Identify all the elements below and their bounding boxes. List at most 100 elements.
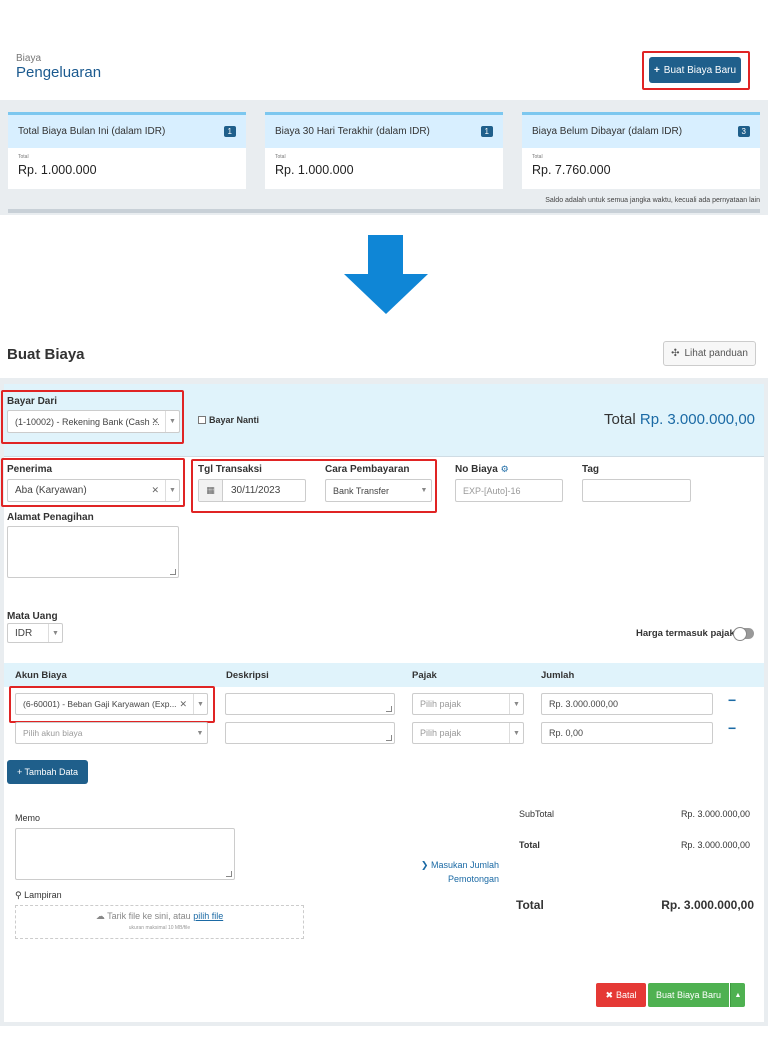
col-akun-biaya: Akun Biaya: [15, 670, 67, 681]
subtotal-value: Rp. 3.000.000,00: [680, 809, 750, 819]
guide-button[interactable]: ✣ Lihat panduan: [663, 341, 756, 366]
add-row-button[interactable]: + Tambah Data: [7, 760, 88, 784]
mata-uang-select[interactable]: IDR ▼: [7, 623, 63, 643]
tgl-transaksi-value: 30/11/2023: [231, 485, 281, 496]
summary-card-30days: Biaya 30 Hari Terakhir (dalam IDR) 1 Tota…: [265, 112, 503, 189]
bayar-nanti-label: Bayar Nanti: [209, 415, 260, 425]
new-expense-button[interactable]: + Buat Biaya Baru: [649, 57, 741, 83]
card-title: Total Biaya Bulan Ini (dalam IDR): [18, 126, 166, 137]
chevron-down-icon[interactable]: ▼: [193, 723, 207, 743]
akun-biaya-value: (6-60001) - Beban Gaji Karyawan (Exp...: [23, 699, 177, 709]
grand-total-label: Total: [516, 898, 544, 912]
harga-pajak-toggle[interactable]: [733, 627, 754, 641]
jumlah-input[interactable]: Rp. 3.000.000,00: [541, 693, 713, 715]
potongan-link-1: Masukan Jumlah: [430, 860, 499, 870]
grand-total-value: Rp. 3.000.000,00: [661, 898, 754, 912]
bayar-dari-label: Bayar Dari: [7, 396, 58, 407]
chevron-down-icon[interactable]: ▼: [193, 694, 207, 714]
chevron-down-icon[interactable]: ▼: [417, 480, 431, 501]
divider: [4, 456, 764, 457]
close-icon: ✖: [605, 989, 614, 1000]
summary-card-month: Total Biaya Bulan Ini (dalam IDR) 1 Total…: [8, 112, 246, 189]
harga-pajak-label: Harga termasuk pajak: [636, 628, 735, 639]
lampiran-label: ⚲ Lampiran: [15, 890, 62, 901]
no-biaya-input[interactable]: EXP-[Auto]-16: [455, 479, 563, 502]
tag-input[interactable]: [582, 479, 691, 502]
subtotal-label: SubTotal: [519, 809, 555, 819]
penerima-value: Aba (Karyawan): [15, 485, 87, 496]
tgl-transaksi-input[interactable]: ▦ 30/11/2023: [198, 479, 306, 502]
card-value: Rp. 7.760.000: [532, 163, 611, 177]
pajak-placeholder: Pilih pajak: [420, 699, 462, 709]
count-badge: 3: [737, 126, 750, 137]
expense-header: [0, 0, 768, 100]
col-pajak: Pajak: [412, 670, 437, 681]
bayar-dari-value: (1-10002) - Rekening Bank (Cash ...: [15, 416, 160, 427]
deskripsi-textarea[interactable]: [225, 722, 395, 744]
chevron-down-icon[interactable]: ▼: [165, 480, 179, 501]
saldo-note: Saldo adalah untuk semua jangka waktu, k…: [545, 197, 760, 204]
akun-biaya-select[interactable]: Pilih akun biaya ▼: [15, 722, 208, 744]
akun-biaya-select[interactable]: (6-60001) - Beban Gaji Karyawan (Exp... …: [15, 693, 208, 715]
create-expense-button[interactable]: Buat Biaya Baru: [648, 983, 729, 1007]
chevron-down-icon[interactable]: ▼: [48, 624, 62, 642]
cloud-upload-icon: ☁: [95, 911, 105, 921]
cara-pembayaran-label: Cara Pembayaran: [325, 464, 410, 475]
upload-link[interactable]: pilih file: [193, 911, 223, 921]
calendar-icon[interactable]: ▦: [199, 480, 223, 501]
pajak-placeholder: Pilih pajak: [420, 728, 462, 738]
mata-uang-value: IDR: [15, 627, 33, 639]
new-expense-button-label: Buat Biaya Baru: [663, 64, 737, 76]
cara-pembayaran-select[interactable]: Bank Transfer ▼: [325, 479, 432, 502]
header-total: Total Rp. 3.000.000,00: [604, 411, 755, 428]
potongan-link-2: Pemotongan: [447, 874, 499, 884]
jumlah-input[interactable]: Rp. 0,00: [541, 722, 713, 744]
remove-row-icon[interactable]: −: [728, 692, 736, 708]
down-arrow-icon: [368, 235, 403, 275]
form-title: Buat Biaya: [7, 346, 85, 363]
card-value: Rp. 1.000.000: [18, 163, 97, 177]
gear-icon[interactable]: ⚙: [501, 464, 509, 474]
deskripsi-textarea[interactable]: [225, 693, 395, 715]
lampiran-text: Lampiran: [24, 890, 62, 900]
pajak-select[interactable]: Pilih pajak ▼: [412, 693, 524, 715]
jumlah-value: Rp. 3.000.000,00: [549, 699, 619, 709]
col-deskripsi: Deskripsi: [226, 670, 269, 681]
card-total-label: Total: [18, 154, 29, 160]
no-biaya-placeholder: EXP-[Auto]-16: [463, 485, 521, 496]
upload-dropzone[interactable]: ☁ Tarik file ke sini, atau pilih file uk…: [15, 905, 304, 939]
card-title: Biaya 30 Hari Terakhir (dalam IDR): [275, 126, 430, 137]
card-total-label: Total: [532, 154, 543, 160]
mata-uang-label: Mata Uang: [7, 611, 58, 622]
tgl-transaksi-label: Tgl Transaksi: [198, 464, 262, 475]
page-title: Pengeluaran: [16, 64, 102, 81]
count-badge: 1: [480, 126, 493, 137]
cancel-button[interactable]: ✖ Batal: [596, 983, 646, 1007]
count-badge: 1: [223, 126, 236, 137]
table-header: [4, 663, 764, 687]
bayar-dari-select[interactable]: (1-10002) - Rekening Bank (Cash ... ✕ ▼: [7, 410, 180, 433]
clear-icon[interactable]: ✕: [179, 699, 187, 710]
potongan-link[interactable]: ❯ Masukan Jumlah Pemotongan: [418, 860, 499, 884]
bayar-nanti-checkbox[interactable]: Bayar Nanti: [198, 415, 259, 425]
checkbox-icon[interactable]: [198, 416, 206, 424]
chevron-down-icon[interactable]: ▼: [509, 723, 523, 743]
clear-icon[interactable]: ✕: [151, 485, 159, 496]
no-biaya-label: No Biaya ⚙: [455, 464, 509, 475]
memo-textarea[interactable]: [15, 828, 235, 880]
plus-icon: +: [653, 64, 660, 76]
pajak-select[interactable]: Pilih pajak ▼: [412, 722, 524, 744]
breadcrumb[interactable]: Biaya: [16, 53, 41, 64]
alamat-textarea[interactable]: [7, 526, 179, 578]
chevron-down-icon[interactable]: ▼: [509, 694, 523, 714]
caret-up-icon[interactable]: ▲: [730, 983, 745, 1007]
penerima-select[interactable]: Aba (Karyawan) ✕ ▼: [7, 479, 180, 502]
card-title: Biaya Belum Dibayar (dalam IDR): [532, 126, 683, 137]
alamat-label: Alamat Penagihan: [7, 512, 94, 523]
clear-icon[interactable]: ✕: [151, 416, 159, 427]
guide-button-label: Lihat panduan: [684, 348, 748, 359]
remove-row-icon[interactable]: −: [728, 720, 736, 736]
tag-label: Tag: [582, 464, 600, 475]
chevron-down-icon[interactable]: ▼: [165, 411, 179, 432]
total-value: Rp. 3.000.000,00: [680, 840, 750, 850]
